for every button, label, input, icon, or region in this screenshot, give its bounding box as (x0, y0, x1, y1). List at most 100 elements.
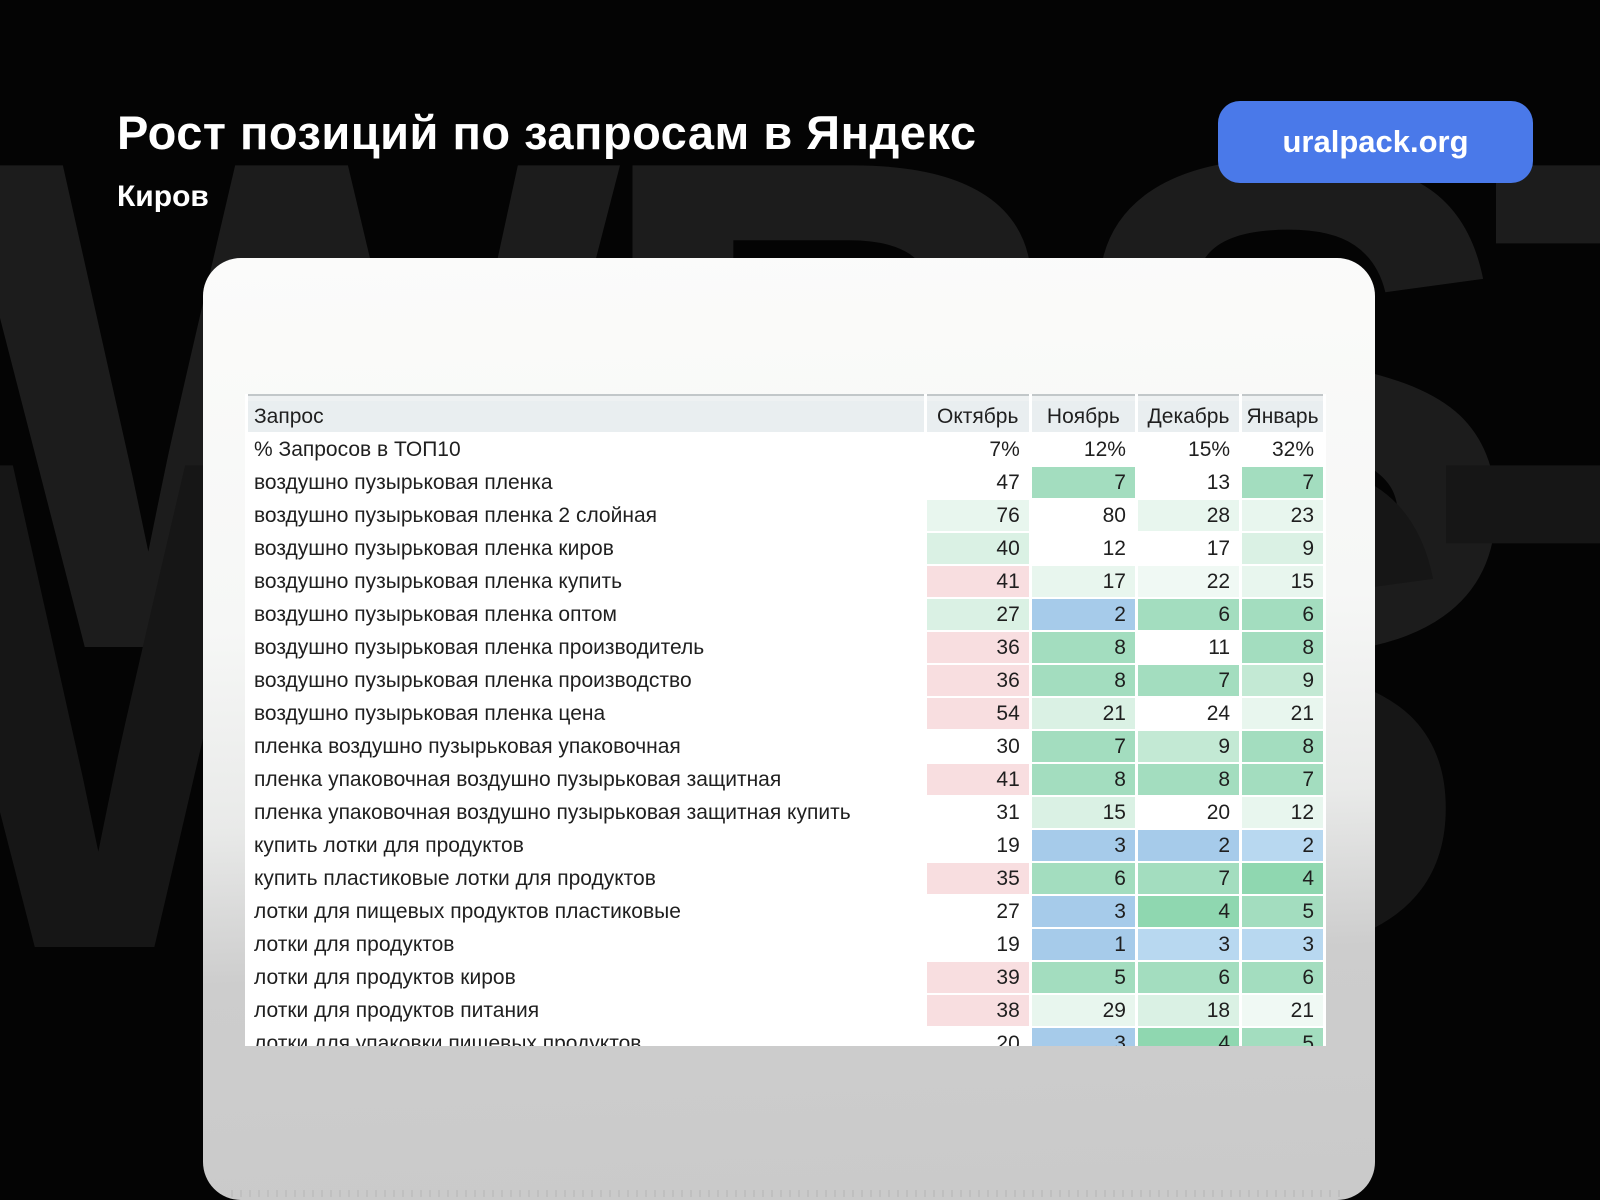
value-cell: 2 (1138, 830, 1239, 861)
site-badge[interactable]: uralpack.org (1218, 101, 1533, 183)
query-cell: купить лотки для продуктов (248, 830, 924, 861)
value-cell: 6 (1242, 962, 1323, 993)
value-cell: 15% (1138, 434, 1239, 465)
table-row: воздушно пузырьковая пленка производство… (248, 665, 1323, 696)
value-cell: 36 (927, 632, 1029, 663)
value-cell: 6 (1138, 962, 1239, 993)
table-row: купить лотки для продуктов19322 (248, 830, 1323, 861)
query-cell: % Запросов в ТОП10 (248, 434, 924, 465)
value-cell: 7 (1242, 764, 1323, 795)
value-cell: 31 (927, 797, 1029, 828)
table-row: купить пластиковые лотки для продуктов35… (248, 863, 1323, 894)
value-cell: 40 (927, 533, 1029, 564)
value-cell: 2 (1032, 599, 1135, 630)
value-cell: 41 (927, 566, 1029, 597)
table-row: воздушно пузырьковая пленка оптом27266 (248, 599, 1323, 630)
value-cell: 8 (1032, 665, 1135, 696)
table-row: воздушно пузырьковая пленка цена54212421 (248, 698, 1323, 729)
column-header-november: Ноябрь (1032, 396, 1135, 432)
value-cell: 24 (1138, 698, 1239, 729)
query-cell: воздушно пузырьковая пленка производител… (248, 632, 924, 663)
value-cell: 3 (1032, 1028, 1135, 1046)
table-row: лотки для продуктов19133 (248, 929, 1323, 960)
value-cell: 27 (927, 896, 1029, 927)
value-cell: 9 (1138, 731, 1239, 762)
value-cell: 47 (927, 467, 1029, 498)
value-cell: 5 (1242, 896, 1323, 927)
value-cell: 8 (1032, 632, 1135, 663)
value-cell: 4 (1138, 896, 1239, 927)
value-cell: 7 (1032, 467, 1135, 498)
value-cell: 17 (1032, 566, 1135, 597)
query-cell: воздушно пузырьковая пленка (248, 467, 924, 498)
positions-table-container: Запрос Октябрь Ноябрь Декабрь Январь % З… (245, 394, 1326, 1046)
column-header-query: Запрос (248, 396, 924, 432)
value-cell: 7 (1032, 731, 1135, 762)
site-badge-label: uralpack.org (1282, 124, 1468, 160)
value-cell: 32% (1242, 434, 1323, 465)
positions-table: Запрос Октябрь Ноябрь Декабрь Январь % З… (245, 394, 1326, 1046)
value-cell: 76 (927, 500, 1029, 531)
value-cell: 38 (927, 995, 1029, 1026)
query-cell: воздушно пузырьковая пленка производство (248, 665, 924, 696)
value-cell: 1 (1032, 929, 1135, 960)
value-cell: 17 (1138, 533, 1239, 564)
query-cell: воздушно пузырьковая пленка киров (248, 533, 924, 564)
value-cell: 21 (1242, 698, 1323, 729)
value-cell: 8 (1242, 731, 1323, 762)
value-cell: 6 (1032, 863, 1135, 894)
value-cell: 3 (1242, 929, 1323, 960)
value-cell: 21 (1242, 995, 1323, 1026)
query-cell: лотки для продуктов киров (248, 962, 924, 993)
value-cell: 12 (1242, 797, 1323, 828)
value-cell: 7 (1242, 467, 1323, 498)
value-cell: 23 (1242, 500, 1323, 531)
value-cell: 15 (1242, 566, 1323, 597)
query-cell: воздушно пузырьковая пленка купить (248, 566, 924, 597)
query-cell: пленка упаковочная воздушно пузырьковая … (248, 764, 924, 795)
value-cell: 7 (1138, 665, 1239, 696)
value-cell: 4 (1138, 1028, 1239, 1046)
value-cell: 19 (927, 830, 1029, 861)
value-cell: 8 (1242, 632, 1323, 663)
value-cell: 9 (1242, 665, 1323, 696)
table-row: воздушно пузырьковая пленка киров4012179 (248, 533, 1323, 564)
value-cell: 5 (1032, 962, 1135, 993)
table-row: % Запросов в ТОП107%12%15%32% (248, 434, 1323, 465)
value-cell: 7% (927, 434, 1029, 465)
value-cell: 21 (1032, 698, 1135, 729)
table-row: воздушно пузырьковая пленка купить411722… (248, 566, 1323, 597)
query-cell: воздушно пузырьковая пленка оптом (248, 599, 924, 630)
table-row: пленка упаковочная воздушно пузырьковая … (248, 797, 1323, 828)
screenshot-card: Запрос Октябрь Ноябрь Декабрь Январь % З… (203, 258, 1375, 1200)
table-body: % Запросов в ТОП107%12%15%32%воздушно пу… (248, 434, 1323, 1046)
value-cell: 39 (927, 962, 1029, 993)
page-subtitle: Киров (117, 180, 209, 214)
value-cell: 30 (927, 731, 1029, 762)
column-header-january: Январь (1242, 396, 1323, 432)
table-row: лотки для упаковки пищевых продуктов2034… (248, 1028, 1323, 1046)
query-cell: воздушно пузырьковая пленка цена (248, 698, 924, 729)
table-row: лотки для пищевых продуктов пластиковые2… (248, 896, 1323, 927)
value-cell: 12 (1032, 533, 1135, 564)
column-header-october: Октябрь (927, 396, 1029, 432)
value-cell: 15 (1032, 797, 1135, 828)
value-cell: 35 (927, 863, 1029, 894)
query-cell: пленка упаковочная воздушно пузырьковая … (248, 797, 924, 828)
column-header-december: Декабрь (1138, 396, 1239, 432)
table-row: воздушно пузырьковая пленка 2 слойная768… (248, 500, 1323, 531)
query-cell: лотки для упаковки пищевых продуктов (248, 1028, 924, 1046)
value-cell: 2 (1242, 830, 1323, 861)
query-cell: воздушно пузырьковая пленка 2 слойная (248, 500, 924, 531)
value-cell: 9 (1242, 533, 1323, 564)
value-cell: 6 (1242, 599, 1323, 630)
query-cell: лотки для продуктов питания (248, 995, 924, 1026)
table-row: лотки для продуктов киров39566 (248, 962, 1323, 993)
table-row: воздушно пузырьковая пленка477137 (248, 467, 1323, 498)
value-cell: 80 (1032, 500, 1135, 531)
table-row: пленка упаковочная воздушно пузырьковая … (248, 764, 1323, 795)
page-title: Рост позиций по запросам в Яндекс (117, 105, 977, 160)
value-cell: 3 (1138, 929, 1239, 960)
value-cell: 3 (1032, 830, 1135, 861)
value-cell: 8 (1032, 764, 1135, 795)
